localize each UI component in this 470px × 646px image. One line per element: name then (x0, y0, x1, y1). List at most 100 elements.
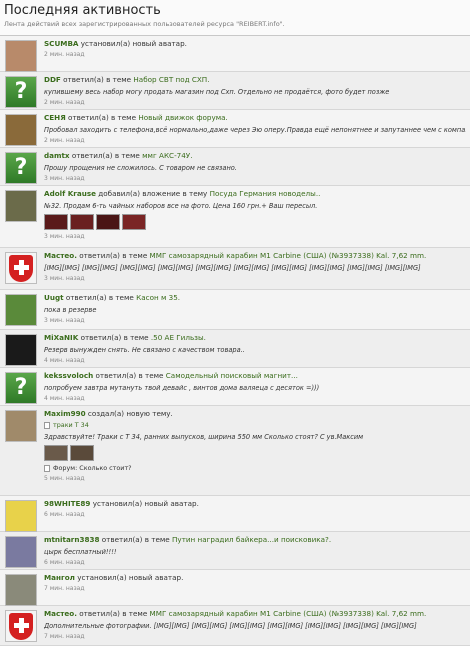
message-snippet: попробуем завтра мутануть твой девайс , … (44, 384, 320, 392)
timestamp: 4 мин. назад (44, 357, 85, 364)
user-link[interactable]: 98WHITE89 (44, 499, 90, 508)
action-text: ответил(а) в теме (80, 333, 149, 342)
page-subtitle: Лента действий всех зарегистрированных п… (4, 20, 285, 28)
action-text: ответил(а) в теме (95, 371, 164, 380)
timestamp: 2 мин. назад (44, 51, 85, 58)
user-avatar[interactable] (5, 334, 37, 366)
action-text: ответил(а) в теме (71, 151, 140, 160)
message-snippet: Пробовал заходить с телефона,всё нормаль… (44, 126, 466, 134)
user-link[interactable]: Мангол (44, 573, 75, 582)
swiss-shield-icon (6, 611, 36, 641)
topic-link[interactable]: .50 AE Гильзы. (151, 333, 206, 342)
swiss-shield-icon (6, 253, 36, 283)
user-link[interactable]: kekssvoloch (44, 371, 93, 380)
activity-item: ? DDF ответил(а) в теме Набор СВТ под СХ… (0, 72, 470, 110)
attachment-thumbnail[interactable] (70, 445, 94, 461)
user-link[interactable]: Uugt (44, 293, 64, 302)
user-avatar[interactable]: ? (5, 152, 37, 184)
user-avatar[interactable] (5, 190, 37, 222)
activity-item: Maxim990 создал(а) новую тему. траки Т 3… (0, 406, 470, 496)
action-text: установил(а) новый аватар. (92, 499, 199, 508)
action-text: создал(а) новую тему. (87, 409, 173, 418)
activity-item: mtnitarn3838 ответил(а) в теме Путин наг… (0, 532, 470, 570)
question-mark-icon: ? (6, 77, 36, 107)
action-text: установил(а) новый аватар. (80, 39, 187, 48)
timestamp: 6 мин. назад (44, 559, 85, 566)
activity-item: Мангол установил(а) новый аватар. 7 мин.… (0, 570, 470, 606)
user-avatar[interactable] (5, 500, 37, 532)
user-avatar[interactable] (5, 610, 37, 642)
user-avatar[interactable] (5, 114, 37, 146)
attachment-thumbnails (44, 214, 466, 231)
timestamp: 7 мин. назад (44, 585, 85, 592)
message-snippet: цырк бесплатный!!!! (44, 548, 117, 556)
timestamp: 3 мин. назад (44, 275, 85, 282)
attachment-thumbnail[interactable] (70, 214, 94, 230)
topic-link[interactable]: Самодельный поисковый магнит... (166, 371, 298, 380)
activity-item: СЕНЯ ответил(а) в теме Новый движок фору… (0, 110, 470, 148)
message-snippet: Резерв вынужден снять. Не связано с каче… (44, 346, 245, 354)
user-link[interactable]: MiXaNIK (44, 333, 78, 342)
action-text: установил(а) новый аватар. (77, 573, 184, 582)
topic-link[interactable]: Касон м 35. (136, 293, 180, 302)
question-mark-icon: ? (6, 373, 36, 403)
attachment-thumbnail[interactable] (44, 214, 68, 230)
user-link[interactable]: СЕНЯ (44, 113, 66, 122)
topic-link[interactable]: ммг АКС-74У. (142, 151, 192, 160)
topic-link[interactable]: траки Т 34 (53, 421, 89, 429)
user-link[interactable]: mtnitarn3838 (44, 535, 99, 544)
timestamp: 7 мин. назад (44, 633, 85, 640)
user-avatar[interactable] (5, 536, 37, 568)
message-snippet: купившему весь набор могу продать магази… (44, 88, 390, 96)
action-text: ответил(а) в теме (65, 293, 134, 302)
topic-link[interactable]: Новый движок форума. (138, 113, 228, 122)
message-snippet: пока в резерве (44, 306, 97, 314)
topic-link[interactable]: ММГ самозарядный карабин M1 Carbine (США… (150, 609, 427, 618)
user-link[interactable]: Мастео. (44, 609, 77, 618)
user-link[interactable]: Maxim990 (44, 409, 86, 418)
attachment-thumbnail[interactable] (44, 445, 68, 461)
timestamp: 5 мин. назад (44, 475, 85, 482)
document-icon (44, 421, 50, 429)
activity-item: MiXaNIK ответил(а) в теме .50 AE Гильзы.… (0, 330, 470, 368)
user-link[interactable]: SCUMBA (44, 39, 78, 48)
user-avatar[interactable]: ? (5, 76, 37, 108)
activity-item: Мастео. ответил(а) в теме ММГ самозарядн… (0, 248, 470, 290)
user-link[interactable]: damtx (44, 151, 70, 160)
page-header: Последняя активность Лента действий всех… (0, 0, 470, 36)
topic-link[interactable]: Посуда Германия новоделы.. (210, 189, 321, 198)
topic-link[interactable]: ММГ самозарядный карабин M1 Carbine (США… (150, 251, 427, 260)
message-snippet: Здравствуйте! Траки с Т 34, ранних выпус… (44, 433, 364, 441)
activity-item: 98WHITE89 установил(а) новый аватар. 6 м… (0, 496, 470, 532)
activity-item: SCUMBA установил(а) новый аватар. 2 мин.… (0, 36, 470, 72)
user-link[interactable]: Мастео. (44, 251, 77, 260)
action-text: добавил(а) вложение в тему (98, 189, 208, 198)
forum-icon (44, 464, 50, 472)
user-link[interactable]: DDF (44, 75, 61, 84)
attachment-thumbnail[interactable] (122, 214, 146, 230)
topic-link[interactable]: Путин наградил байкера...и поисковика?. (172, 535, 331, 544)
user-avatar[interactable] (5, 294, 37, 326)
activity-item: Uugt ответил(а) в теме Касон м 35. пока … (0, 290, 470, 330)
action-text: ответил(а) в теме (79, 251, 148, 260)
user-avatar[interactable] (5, 574, 37, 606)
user-link[interactable]: Adolf Krause (44, 189, 96, 198)
activity-item: ? damtx ответил(а) в теме ммг АКС-74У. П… (0, 148, 470, 186)
forum-link[interactable]: Форум: Сколько стоит? (53, 464, 132, 472)
user-avatar[interactable] (5, 40, 37, 72)
action-text: ответил(а) в теме (79, 609, 148, 618)
timestamp: 3 мин. назад (44, 175, 85, 182)
timestamp: 6 мин. назад (44, 511, 85, 518)
action-text: ответил(а) в теме (68, 113, 137, 122)
user-avatar[interactable]: ? (5, 372, 37, 404)
user-avatar[interactable] (5, 252, 37, 284)
attachment-thumbnails (44, 445, 466, 462)
message-snippet: №32. Продам 6-ть чайных наборов все на ф… (44, 202, 318, 210)
topic-link[interactable]: Набор СВТ под СХП. (133, 75, 209, 84)
message-snippet: Прошу прощения не сложилось. С товаром н… (44, 164, 237, 172)
attachment-thumbnail[interactable] (96, 214, 120, 230)
action-text: ответил(а) в теме (63, 75, 132, 84)
action-text: ответил(а) в теме (101, 535, 170, 544)
activity-item: ? kekssvoloch ответил(а) в теме Самодель… (0, 368, 470, 406)
user-avatar[interactable] (5, 410, 37, 442)
